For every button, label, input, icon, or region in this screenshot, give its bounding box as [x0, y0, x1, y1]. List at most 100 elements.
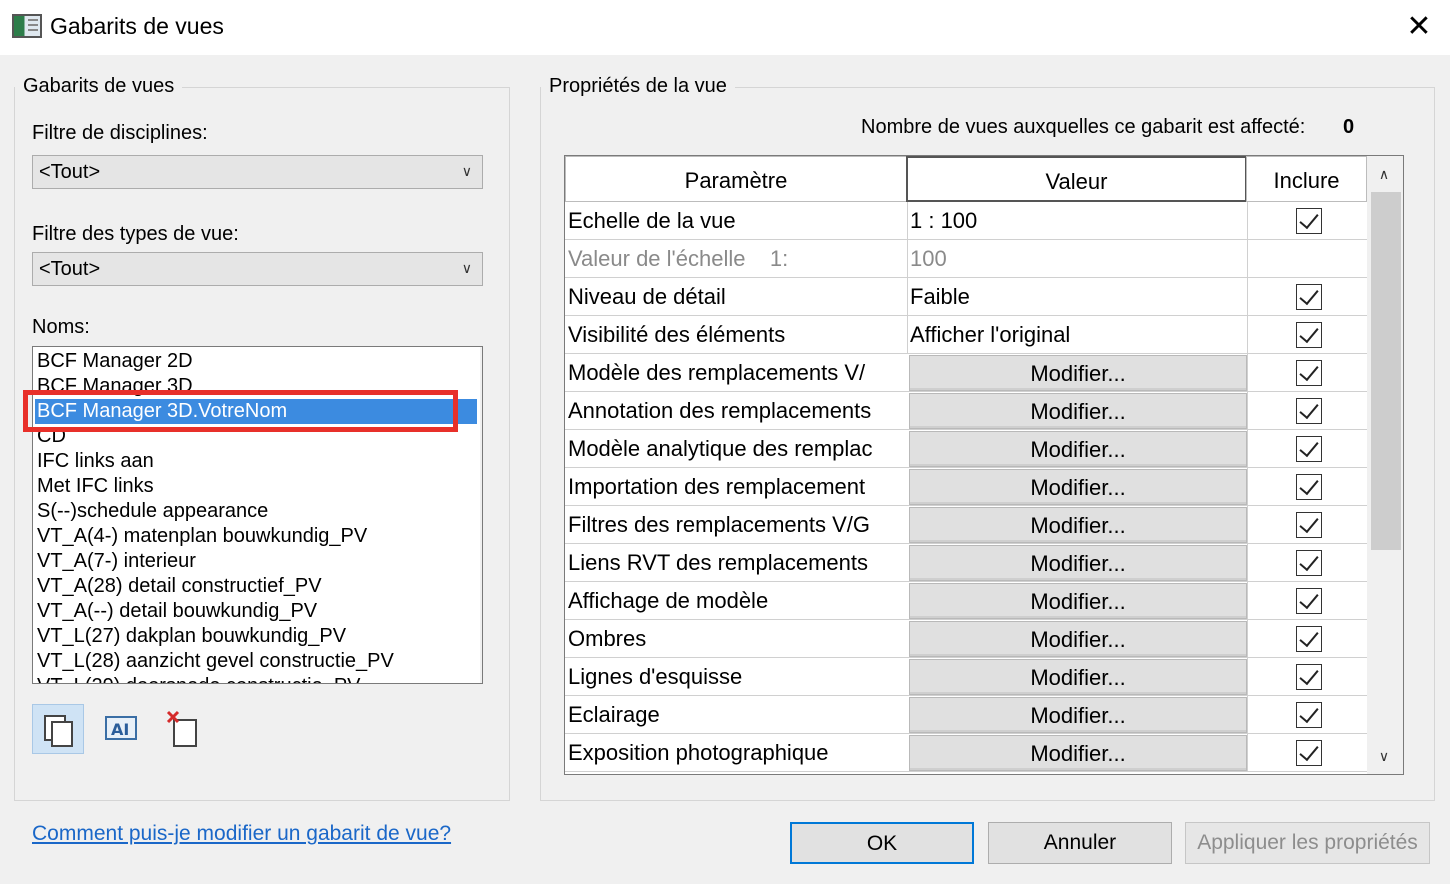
- include-checkbox[interactable]: [1296, 626, 1322, 652]
- property-row: Modèle analytique des remplac Modifier..…: [565, 430, 1367, 468]
- param-cell: Niveau de détail: [568, 284, 726, 309]
- param-cell: Annotation des remplacements: [568, 398, 872, 423]
- include-cell: [1247, 240, 1367, 278]
- list-item[interactable]: VT_A(7-) interieur: [37, 549, 196, 574]
- scroll-up-icon[interactable]: ∧: [1367, 160, 1401, 190]
- include-checkbox[interactable]: [1296, 702, 1322, 728]
- include-checkbox[interactable]: [1296, 284, 1322, 310]
- modify-button[interactable]: Modifier...: [909, 583, 1247, 619]
- modify-button[interactable]: Modifier...: [909, 469, 1247, 505]
- include-cell: [1247, 278, 1367, 316]
- svg-text:AI: AI: [111, 720, 129, 739]
- include-checkbox[interactable]: [1296, 398, 1322, 424]
- include-cell: [1247, 506, 1367, 544]
- list-item[interactable]: VT_A(--) detail bouwkundig_PV: [37, 599, 317, 624]
- discipline-filter-combo[interactable]: <Tout> ∨: [32, 155, 483, 189]
- viewtype-filter-value: <Tout>: [39, 258, 101, 280]
- param-cell: Filtres des remplacements V/G: [568, 512, 870, 537]
- list-item[interactable]: BCF Manager 2D: [37, 349, 193, 374]
- include-checkbox[interactable]: [1296, 474, 1322, 500]
- close-icon[interactable]: ✕: [1404, 10, 1434, 44]
- viewtype-filter-combo[interactable]: <Tout> ∨: [32, 252, 483, 286]
- list-item[interactable]: VT_L(29) doorsnede constructie_PV: [37, 674, 361, 683]
- window-title: Gabarits de vues: [50, 13, 224, 39]
- highlight-annotation: [23, 390, 458, 432]
- column-header-parameter[interactable]: Paramètre: [565, 156, 907, 202]
- param-cell: Importation des remplacement: [568, 474, 866, 499]
- modify-button[interactable]: Modifier...: [909, 659, 1247, 695]
- param-cell: Modèle des remplacements V/: [568, 360, 866, 385]
- modify-button[interactable]: Modifier...: [909, 621, 1247, 657]
- include-cell: [1247, 468, 1367, 506]
- names-scrollbar[interactable]: ∧ ∨: [480, 347, 483, 683]
- scroll-down-icon[interactable]: ∨: [480, 649, 482, 679]
- include-checkbox[interactable]: [1296, 322, 1322, 348]
- assigned-count-value: 0: [1343, 116, 1355, 138]
- assigned-count-label: Nombre de vues auxquelles ce gabarit est…: [861, 116, 1306, 138]
- column-header-include[interactable]: Inclure: [1246, 156, 1367, 202]
- chevron-down-icon: ∨: [461, 261, 472, 277]
- list-item[interactable]: VT_A(28) detail constructief_PV: [37, 574, 322, 599]
- modify-button[interactable]: Modifier...: [909, 393, 1247, 429]
- include-checkbox[interactable]: [1296, 664, 1322, 690]
- property-row: Importation des remplacement Modifier...: [565, 468, 1367, 506]
- scroll-down-icon[interactable]: ∨: [1367, 742, 1401, 772]
- include-checkbox[interactable]: [1296, 588, 1322, 614]
- modify-button[interactable]: Modifier...: [909, 545, 1247, 581]
- include-cell: [1247, 392, 1367, 430]
- property-row: Eclairage Modifier...: [565, 696, 1367, 734]
- property-row: Liens RVT des remplacements Modifier...: [565, 544, 1367, 582]
- rename-icon: AI: [105, 716, 137, 740]
- list-item[interactable]: IFC links aan: [37, 449, 154, 474]
- param-cell: Liens RVT des remplacements: [568, 550, 868, 575]
- value-cell[interactable]: Faible: [907, 278, 1247, 316]
- duplicate-icon: [44, 715, 73, 747]
- include-checkbox[interactable]: [1296, 208, 1322, 234]
- discipline-filter-value: <Tout>: [39, 161, 101, 183]
- discipline-filter-label: Filtre de disciplines:: [32, 122, 208, 144]
- include-cell: [1247, 620, 1367, 658]
- modify-button[interactable]: Modifier...: [909, 735, 1247, 771]
- grid-scrollbar[interactable]: ∧ ∨: [1367, 156, 1403, 774]
- include-cell: [1247, 658, 1367, 696]
- modify-button[interactable]: Modifier...: [909, 431, 1247, 467]
- list-item[interactable]: VT_A(4-) matenplan bouwkundig_PV: [37, 524, 367, 549]
- app-icon: [12, 14, 42, 38]
- scroll-up-icon[interactable]: ∧: [480, 351, 482, 381]
- include-checkbox[interactable]: [1296, 550, 1322, 576]
- delete-button[interactable]: [158, 704, 210, 754]
- include-checkbox[interactable]: [1296, 740, 1322, 766]
- value-cell[interactable]: 1 : 100: [907, 202, 1247, 240]
- column-header-value[interactable]: Valeur: [906, 156, 1247, 202]
- help-link[interactable]: Comment puis-je modifier un gabarit de v…: [32, 822, 451, 846]
- scroll-thumb[interactable]: [482, 381, 483, 481]
- cancel-button[interactable]: Annuler: [988, 822, 1172, 864]
- modify-button[interactable]: Modifier...: [909, 355, 1247, 391]
- property-row: Modèle des remplacements V/ Modifier...: [565, 354, 1367, 392]
- include-cell: [1247, 544, 1367, 582]
- value-cell[interactable]: Afficher l'original: [907, 316, 1247, 354]
- property-row: Lignes d'esquisse Modifier...: [565, 658, 1367, 696]
- include-cell: [1247, 582, 1367, 620]
- param-cell: Eclairage: [568, 702, 660, 727]
- property-row: Affichage de modèle Modifier...: [565, 582, 1367, 620]
- list-item[interactable]: Met IFC links: [37, 474, 154, 499]
- param-cell: Affichage de modèle: [568, 588, 769, 613]
- param-cell: Echelle de la vue: [568, 208, 736, 233]
- list-item[interactable]: VT_L(27) dakplan bouwkundig_PV: [37, 624, 346, 649]
- list-item[interactable]: VT_L(28) aanzicht gevel constructie_PV: [37, 649, 394, 674]
- chevron-down-icon: ∨: [461, 164, 472, 180]
- include-checkbox[interactable]: [1296, 512, 1322, 538]
- modify-button[interactable]: Modifier...: [909, 697, 1247, 733]
- modify-button[interactable]: Modifier...: [909, 507, 1247, 543]
- include-checkbox[interactable]: [1296, 436, 1322, 462]
- ok-button[interactable]: OK: [790, 822, 974, 864]
- duplicate-button[interactable]: [32, 704, 84, 754]
- scroll-thumb[interactable]: [1371, 192, 1401, 550]
- include-checkbox[interactable]: [1296, 360, 1322, 386]
- rename-button[interactable]: AI: [96, 704, 148, 754]
- apply-properties-button[interactable]: Appliquer les propriétés: [1185, 822, 1430, 864]
- list-item[interactable]: S(--)schedule appearance: [37, 499, 268, 524]
- delete-icon: [166, 710, 197, 747]
- property-row: Niveau de détail Faible: [565, 278, 1367, 316]
